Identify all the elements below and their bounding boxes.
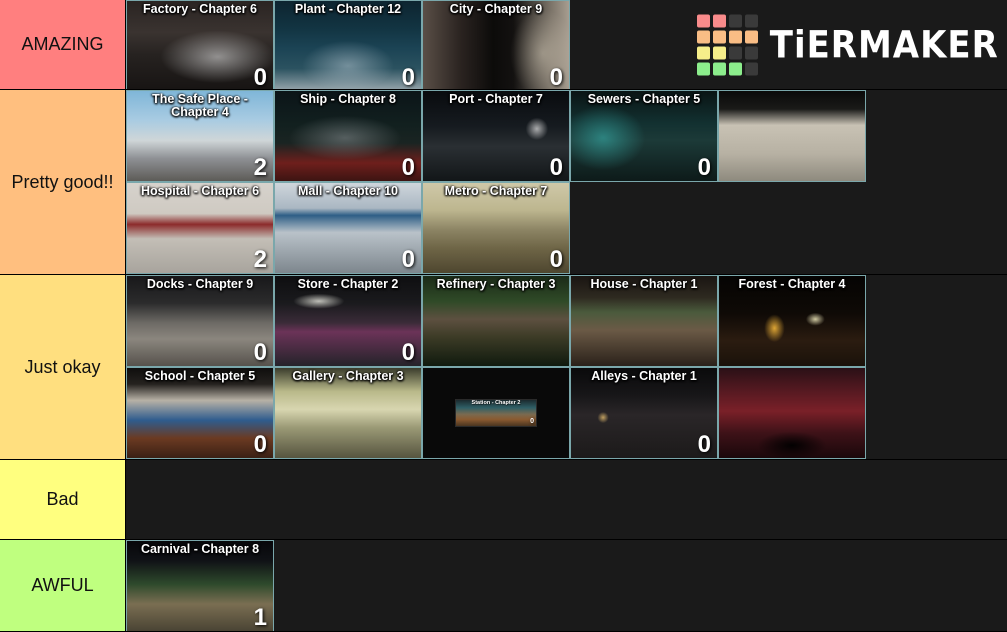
tier-row: Just okay Docks - Chapter 9 0 Store - Chapt…: [0, 275, 1007, 460]
logo-grid-cell: [713, 30, 727, 43]
tile-artwork: [719, 276, 865, 366]
tile-artwork: [275, 91, 421, 181]
tile-artwork: [275, 276, 421, 366]
tier-item-tile[interactable]: Ship - Chapter 80: [274, 90, 422, 182]
tier-item-tile[interactable]: Factory - Chapter 60: [126, 0, 274, 89]
tier-items-container[interactable]: Docks - Chapter 9 0 Store - Chapter 2 0 Refi…: [126, 275, 1007, 459]
logo-grid-cell: [697, 46, 711, 59]
logo-grid-cell: [745, 62, 759, 75]
tier-list-board: AMAZING Factory - Chapter 6 0 Plant - Chapt…: [0, 0, 1007, 632]
tile-artwork: [127, 1, 273, 89]
tile-artwork: [423, 1, 569, 89]
tier-row: Bad: [0, 460, 1007, 540]
tier-label-bad[interactable]: Bad: [0, 460, 126, 539]
tier-items-container[interactable]: Carnival - Chapter 81: [126, 540, 1007, 631]
tile-artwork: [423, 276, 569, 366]
tier-row: AMAZING Factory - Chapter 6 0 Plant - Chapt…: [0, 0, 1007, 90]
tier-item-tile[interactable]: Station - Chapter 20: [422, 367, 570, 459]
tile-artwork: [423, 183, 569, 273]
tier-row: AWFUL Carnival - Chapter 81: [0, 540, 1007, 632]
tile-artwork: [423, 91, 569, 181]
tier-item-tile[interactable]: School - Chapter 50: [126, 367, 274, 459]
tier-item-tile[interactable]: Refinery - Chapter 3: [422, 275, 570, 367]
tier-label-pretty-good[interactable]: Pretty good!!: [0, 90, 126, 274]
tile-artwork: [127, 183, 273, 273]
tile-count-badge: 0: [549, 64, 563, 90]
tier-item-tile[interactable]: Alleys - Chapter 10: [570, 367, 718, 459]
tier-item-tile[interactable]: [718, 367, 866, 459]
tier-label-just-okay[interactable]: Just okay: [0, 275, 126, 459]
tiermaker-logo-grid-icon: [697, 14, 759, 75]
tile-artwork: [571, 91, 717, 181]
logo-grid-cell: [697, 14, 711, 27]
tile-count-badge: 0: [401, 246, 415, 273]
tile-count-badge: 0: [697, 431, 711, 458]
tile-count-badge: 2: [253, 246, 267, 273]
tile-count-badge: 0: [530, 418, 534, 425]
logo-grid-cell: [713, 46, 727, 59]
tier-item-tile[interactable]: Sewers - Chapter 50: [570, 90, 718, 182]
tile-artwork: [275, 368, 421, 458]
tier-label-amazing[interactable]: AMAZING: [0, 0, 126, 89]
tier-item-tile[interactable]: Store - Chapter 20: [274, 275, 422, 367]
tile-count-badge: 0: [253, 431, 267, 458]
tile-artwork: [571, 276, 717, 366]
logo-grid-cell: [745, 46, 759, 59]
tile-count-badge: 0: [401, 64, 415, 90]
tier-item-tile[interactable]: Carnival - Chapter 81: [126, 540, 274, 631]
tile-count-badge: 0: [401, 339, 415, 366]
tier-row: Pretty good!! The Safe Place - Chapter 42…: [0, 90, 1007, 275]
tile-count-badge: 0: [549, 246, 563, 273]
tile-artwork: [719, 368, 865, 458]
tile-artwork: [275, 183, 421, 273]
tier-label-awful[interactable]: AWFUL: [0, 540, 126, 631]
tile-count-badge: 0: [253, 339, 267, 366]
logo-grid-cell: [729, 14, 743, 27]
tier-item-tile[interactable]: Plant - Chapter 12 0: [274, 0, 422, 89]
logo-grid-cell: [713, 14, 727, 27]
logo-grid-cell: [697, 30, 711, 43]
tile-artwork: [127, 368, 273, 458]
logo-grid-cell: [745, 14, 759, 27]
tile-count-badge: 0: [697, 154, 711, 181]
logo-grid-cell: [729, 30, 743, 43]
tile-artwork: [571, 368, 717, 458]
tier-items-container[interactable]: [126, 460, 1007, 539]
tile-count-badge: 2: [253, 154, 267, 181]
tile-count-badge: 0: [401, 154, 415, 181]
tier-item-tile[interactable]: Gallery - Chapter 3: [274, 367, 422, 459]
tile-artwork: [275, 1, 421, 89]
tier-item-tile[interactable]: Metro - Chapter 70: [422, 182, 570, 274]
logo-grid-cell: [745, 30, 759, 43]
logo-grid-cell: [713, 62, 727, 75]
tile-artwork: [127, 91, 273, 181]
tier-item-tile[interactable]: Port - Chapter 70: [422, 90, 570, 182]
tile-thumbnail: [455, 399, 537, 427]
tier-item-tile[interactable]: House - Chapter 1: [570, 275, 718, 367]
tiermaker-wordmark: TiERMAKER: [770, 23, 1000, 66]
tile-artwork: [456, 400, 536, 426]
tile-count-badge: 0: [549, 154, 563, 181]
tier-item-tile[interactable]: Mall - Chapter 10 0: [274, 182, 422, 274]
tier-items-container[interactable]: The Safe Place - Chapter 4 2 Ship - Chapte…: [126, 90, 1007, 274]
tile-artwork: [127, 541, 273, 631]
tier-item-tile[interactable]: Hospital - Chapter 62: [126, 182, 274, 274]
tile-artwork: [127, 276, 273, 366]
tier-item-tile[interactable]: Docks - Chapter 90: [126, 275, 274, 367]
logo-grid-cell: [729, 46, 743, 59]
tier-item-tile[interactable]: [718, 90, 866, 182]
logo-grid-cell: [697, 62, 711, 75]
tier-item-tile[interactable]: The Safe Place - Chapter 42: [126, 90, 274, 182]
tile-artwork: [719, 91, 865, 181]
tiermaker-watermark: TiERMAKER: [697, 14, 1000, 75]
tier-item-tile[interactable]: City - Chapter 90: [422, 0, 570, 89]
tile-count-badge: 0: [253, 64, 267, 90]
tile-count-badge: 1: [253, 604, 267, 631]
tier-item-tile[interactable]: Forest - Chapter 4: [718, 275, 866, 367]
logo-grid-cell: [729, 62, 743, 75]
